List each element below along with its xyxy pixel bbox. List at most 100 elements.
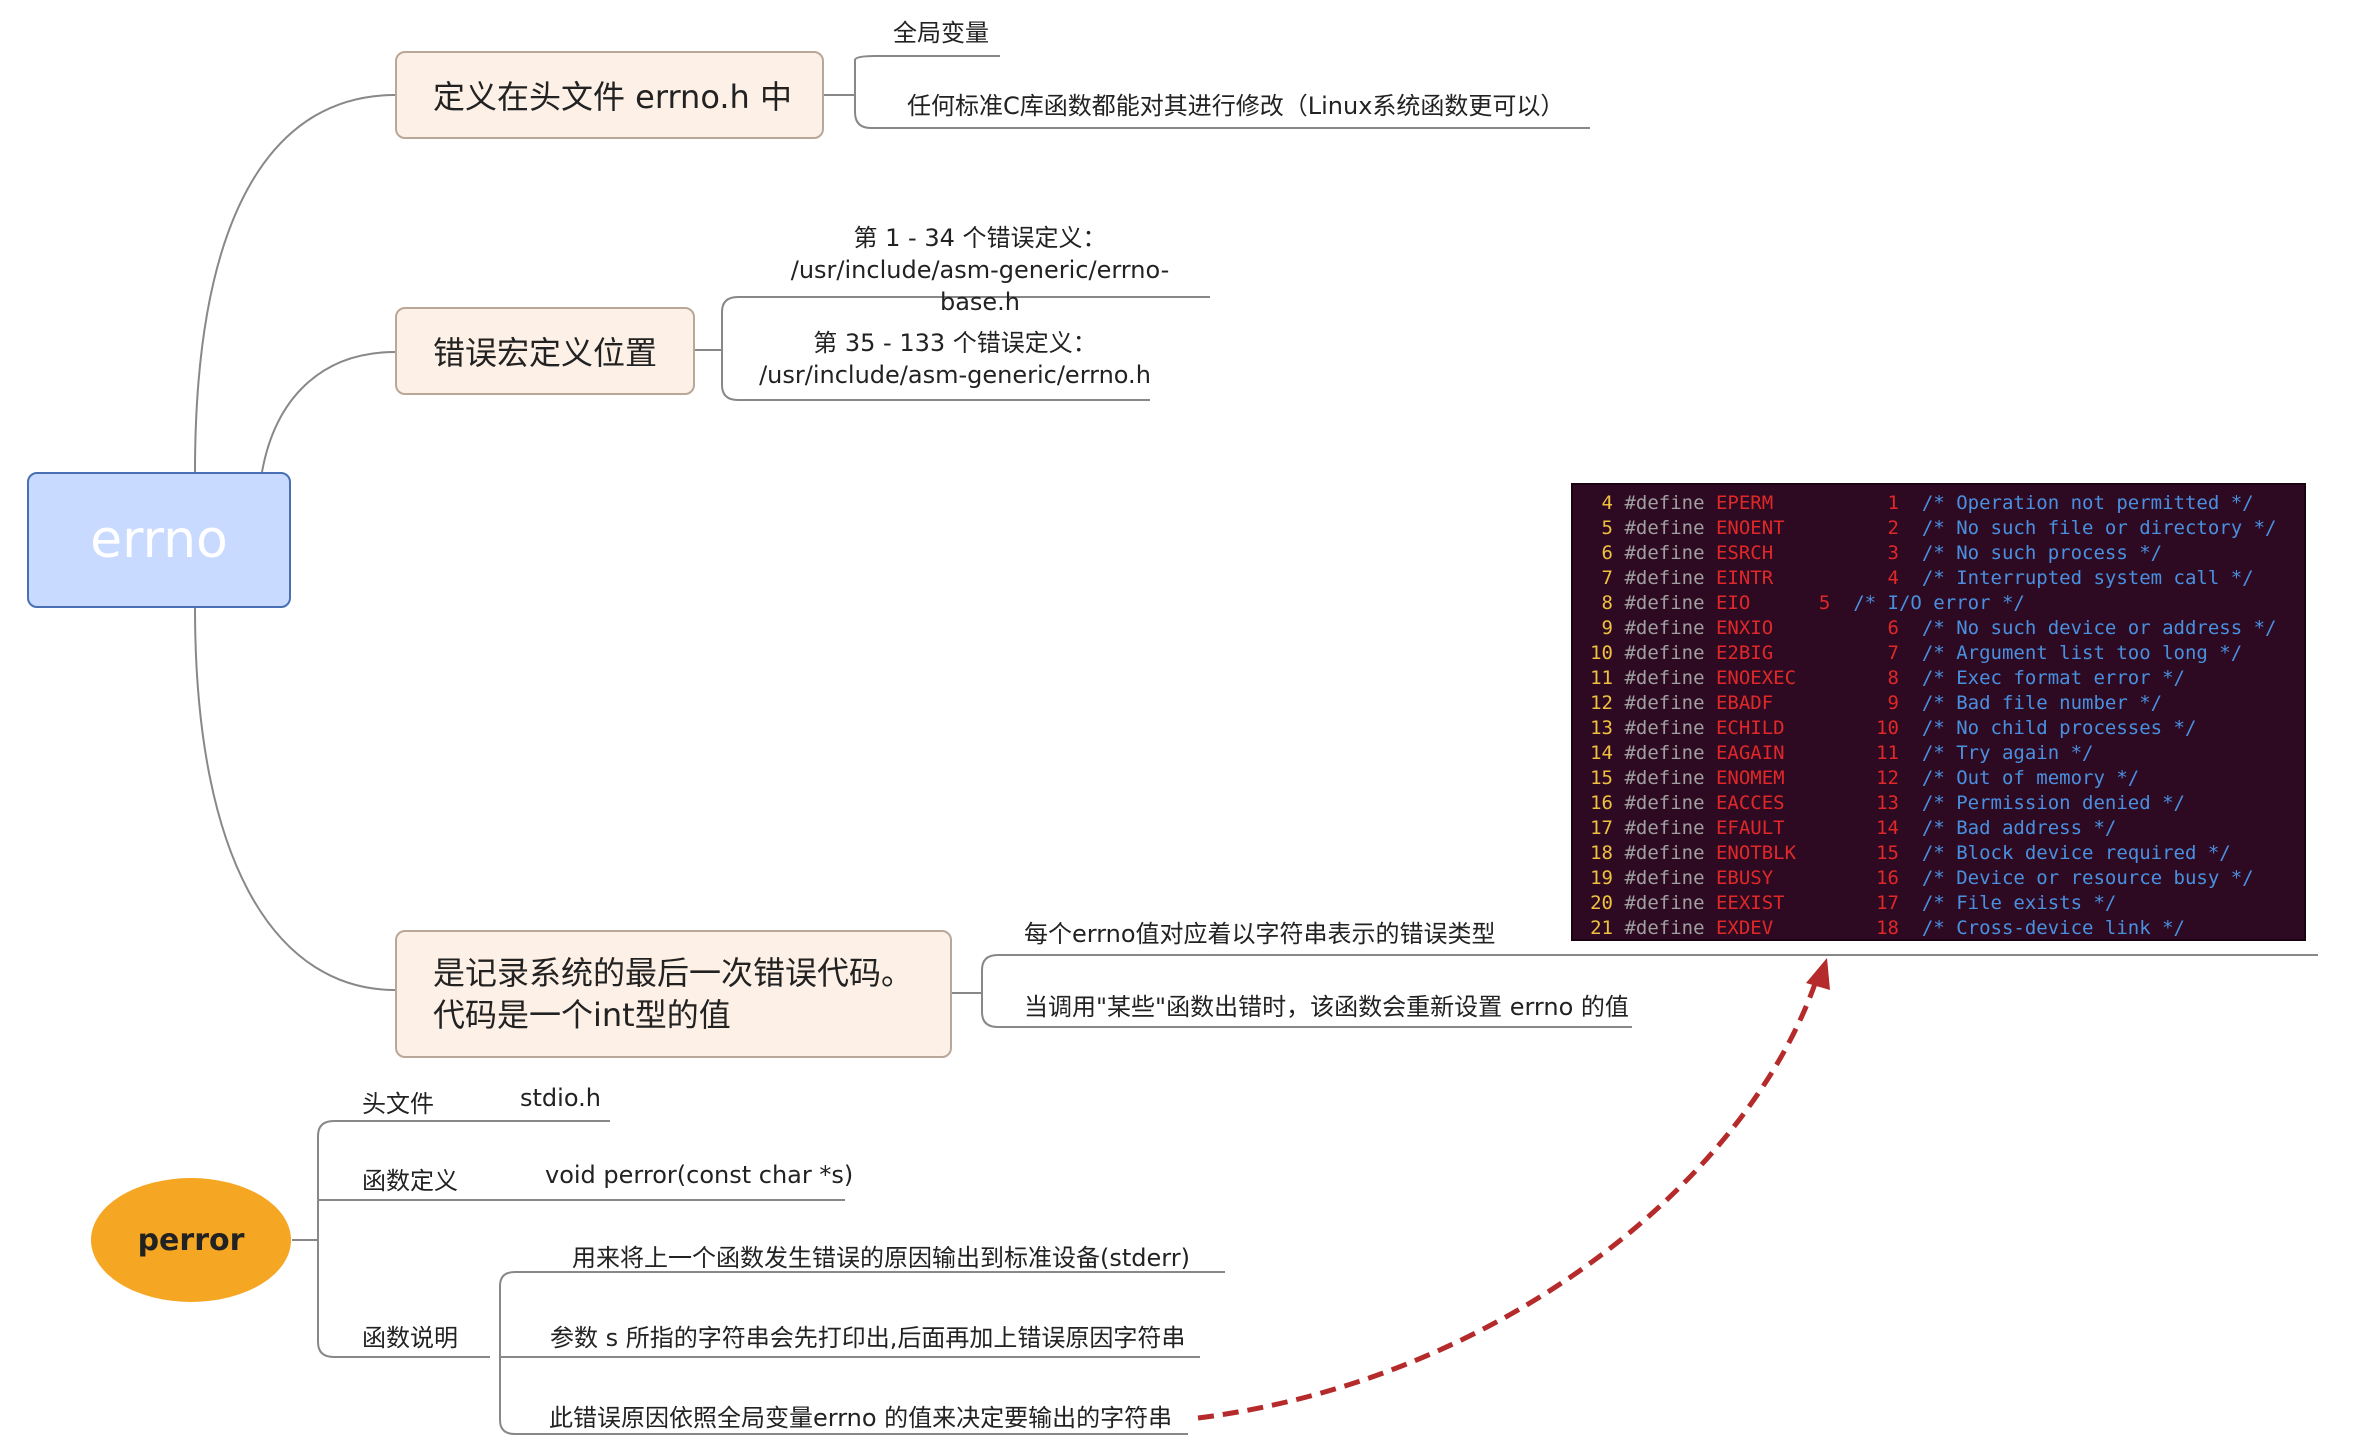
code-line-number: 7 [1601, 567, 1613, 589]
code-value: 9 [1876, 692, 1922, 714]
topic-label: 错误宏定义位置 [433, 334, 658, 372]
code-line: 12 #define EBADF 9 /* Bad file number */ [1573, 691, 2304, 716]
code-line: 10 #define E2BIG 7 /* Argument list too … [1573, 641, 2304, 666]
code-keyword: #define [1613, 542, 1716, 564]
code-macro: ENOEXEC [1715, 667, 1877, 689]
code-value: 15 [1876, 842, 1922, 864]
code-value: 11 [1876, 742, 1922, 764]
code-keyword: #define [1613, 692, 1716, 714]
code-keyword: #define [1613, 867, 1716, 889]
code-line: 8 #define EIO 5 /* I/O error */ [1573, 591, 2304, 616]
note-path: /usr/include/asm-generic/errno.h [759, 361, 1151, 389]
code-line: 21 #define EXDEV 18 /* Cross-device link… [1573, 916, 2304, 941]
perror-desc-item: 用来将上一个函数发生错误的原因输出到标准设备(stderr) [572, 1244, 1190, 1272]
code-value: 18 [1876, 917, 1922, 939]
code-comment: /* No such process */ [1921, 542, 2163, 564]
code-macro: ESRCH [1715, 542, 1877, 564]
code-line-number: 21 [1590, 917, 1613, 939]
code-line-number: 13 [1590, 717, 1613, 739]
code-line: 20 #define EEXIST 17 /* File exists */ [1573, 891, 2304, 916]
code-line: 14 #define EAGAIN 11 /* Try again */ [1573, 741, 2304, 766]
code-line-number: 12 [1590, 692, 1613, 714]
code-macro: ENOENT [1715, 517, 1877, 539]
code-keyword: #define [1613, 567, 1716, 589]
code-line-number: 15 [1590, 767, 1613, 789]
code-value: 3 [1876, 542, 1922, 564]
code-value: 13 [1876, 792, 1922, 814]
code-macro: EPERM [1715, 492, 1877, 514]
code-value: 8 [1876, 667, 1922, 689]
code-line: 9 #define ENXIO 6 /* No such device or a… [1573, 616, 2304, 641]
code-keyword: #define [1613, 592, 1716, 614]
topic-macro-location[interactable]: 错误宏定义位置 [395, 307, 695, 395]
code-comment: /* File exists */ [1921, 892, 2117, 914]
code-macro: E2BIG [1715, 642, 1877, 664]
code-value: 7 [1876, 642, 1922, 664]
note-modifiable: 任何标准C库函数都能对其进行修改（Linux系统函数更可以） [907, 92, 1565, 120]
code-macro: ENOTBLK [1715, 842, 1877, 864]
code-macro: EIO [1715, 592, 1819, 614]
topic-errno-header[interactable]: 定义在头文件 errno.h 中 [395, 51, 824, 139]
note-errno-h: 第 35 - 133 个错误定义： /usr/include/asm-gener… [740, 327, 1170, 391]
code-comment: /* No such file or directory */ [1921, 517, 2277, 539]
perror-desc-item: 此错误原因依照全局变量errno 的值来决定要输出的字符串 [549, 1404, 1173, 1432]
root-label: errno [90, 510, 228, 570]
code-comment: /* Out of memory */ [1921, 767, 2140, 789]
code-line: 16 #define EACCES 13 /* Permission denie… [1573, 791, 2304, 816]
code-macro: EBADF [1715, 692, 1877, 714]
perror-node[interactable]: perror [91, 1178, 291, 1302]
code-line: 15 #define ENOMEM 12 /* Out of memory */ [1573, 766, 2304, 791]
topic-errno-description[interactable]: 是记录系统的最后一次错误代码。 代码是一个int型的值 [395, 930, 952, 1058]
code-comment: /* Argument list too long */ [1921, 642, 2243, 664]
code-comment: /* No child processes */ [1921, 717, 2197, 739]
code-keyword: #define [1613, 792, 1716, 814]
root-node-errno[interactable]: errno [27, 472, 291, 608]
code-comment: /* Device or resource busy */ [1921, 867, 2254, 889]
perror-header-value: stdio.h [520, 1084, 601, 1112]
note-line: 第 35 - 133 个错误定义： [813, 329, 1097, 357]
topic-label: 定义在头文件 errno.h 中 [433, 78, 792, 116]
code-line-number: 6 [1601, 542, 1613, 564]
code-line: 18 #define ENOTBLK 15 /* Block device re… [1573, 841, 2304, 866]
code-comment: /* Block device required */ [1921, 842, 2231, 864]
code-line: 11 #define ENOEXEC 8 /* Exec format erro… [1573, 666, 2304, 691]
code-comment: /* Interrupted system call */ [1921, 567, 2254, 589]
code-value: 4 [1876, 567, 1922, 589]
code-line-number: 17 [1590, 817, 1613, 839]
perror-def-label: 函数定义 [362, 1167, 458, 1195]
code-keyword: #define [1613, 892, 1716, 914]
code-comment: /* No such device or address */ [1921, 617, 2277, 639]
code-line: 6 #define ESRCH 3 /* No such process */ [1573, 541, 2304, 566]
code-macro: EXDEV [1715, 917, 1877, 939]
code-line: 17 #define EFAULT 14 /* Bad address */ [1573, 816, 2304, 841]
code-line: 13 #define ECHILD 10 /* No child process… [1573, 716, 2304, 741]
code-value: 1 [1876, 492, 1922, 514]
perror-header-label: 头文件 [362, 1090, 434, 1118]
code-macro: EFAULT [1715, 817, 1877, 839]
code-keyword: #define [1613, 717, 1716, 739]
code-line-number: 10 [1590, 642, 1613, 664]
note-errno-base: 第 1 - 34 个错误定义： /usr/include/asm-generic… [760, 222, 1200, 318]
code-line-number: 4 [1601, 492, 1613, 514]
note-errno-reset: 当调用"某些"函数出错时，该函数会重新设置 errno 的值 [1024, 993, 1629, 1021]
code-line-number: 9 [1601, 617, 1613, 639]
topic-line: 是记录系统的最后一次错误代码。 [433, 954, 914, 992]
note-path: /usr/include/asm-generic/errno-base.h [790, 256, 1170, 316]
code-macro: EAGAIN [1715, 742, 1877, 764]
code-value: 2 [1876, 517, 1922, 539]
code-keyword: #define [1613, 617, 1716, 639]
code-comment: /* Permission denied */ [1921, 792, 2185, 814]
note-errno-mapping: 每个errno值对应着以字符串表示的错误类型 [1024, 920, 1496, 948]
code-macro: ENOMEM [1715, 767, 1877, 789]
code-value: 12 [1876, 767, 1922, 789]
code-value: 5 [1818, 592, 1854, 614]
code-value: 16 [1876, 867, 1922, 889]
code-value: 14 [1876, 817, 1922, 839]
perror-desc-item: 参数 s 所指的字符串会先打印出,后面再加上错误原因字符串 [550, 1324, 1186, 1352]
code-comment: /* Cross-device link */ [1921, 917, 2185, 939]
code-comment: /* Try again */ [1921, 742, 2094, 764]
code-macro: EINTR [1715, 567, 1877, 589]
topic-line: 代码是一个int型的值 [433, 996, 731, 1034]
code-line-number: 19 [1590, 867, 1613, 889]
code-line-number: 16 [1590, 792, 1613, 814]
